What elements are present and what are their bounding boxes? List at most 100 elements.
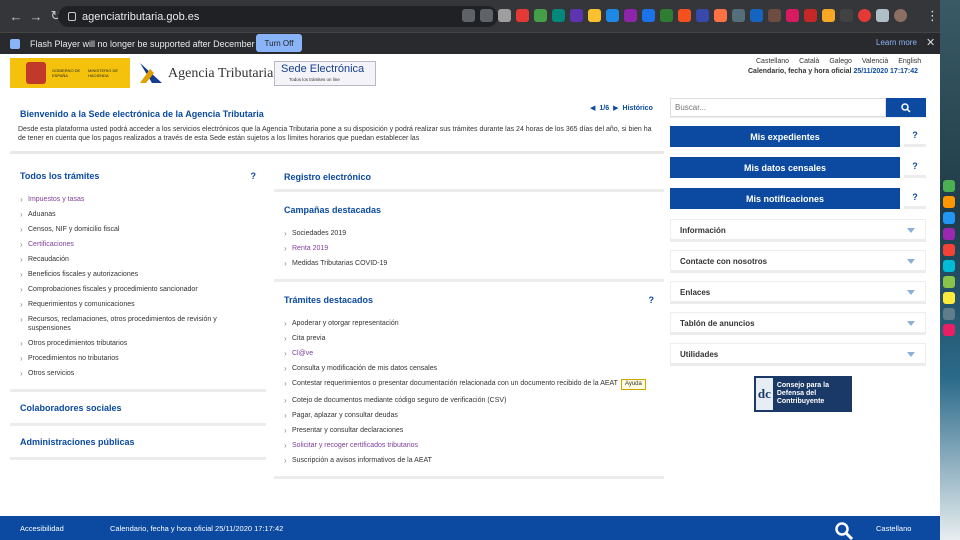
- help-icon[interactable]: ?: [649, 295, 655, 305]
- extension-icon[interactable]: [714, 9, 727, 22]
- extension-icon[interactable]: [642, 9, 655, 22]
- next-arrow-icon[interactable]: ▶: [613, 104, 618, 112]
- app-icon[interactable]: [943, 292, 955, 304]
- registro-link[interactable]: Registro electrónico: [274, 166, 664, 186]
- extension-icon[interactable]: [732, 9, 745, 22]
- list-item[interactable]: Suscripción a avisos informativos de la …: [284, 453, 654, 468]
- lang-english[interactable]: English: [898, 58, 921, 65]
- accordion-item[interactable]: Tablón de anuncios: [670, 312, 926, 335]
- consejo-banner[interactable]: dc Consejo para la Defensa del Contribuy…: [754, 376, 852, 412]
- help-icon[interactable]: ?: [904, 126, 926, 147]
- sede-electronica-logo[interactable]: Sede Electrónica Todos los trámites on l…: [274, 61, 376, 86]
- lang-catala[interactable]: Català: [799, 58, 819, 65]
- lang-galego[interactable]: Galego: [829, 58, 852, 65]
- list-item[interactable]: Solicitar y recoger certificados tributa…: [284, 438, 654, 453]
- list-item[interactable]: Requerimientos y comunicaciones: [20, 297, 256, 312]
- help-icon[interactable]: ?: [904, 157, 926, 178]
- extension-icon[interactable]: [624, 9, 637, 22]
- quick-access-button[interactable]: Mis notificaciones: [670, 188, 900, 209]
- list-item[interactable]: Otros procedimientos tributarios: [20, 336, 256, 351]
- extension-icon[interactable]: [822, 9, 835, 22]
- help-icon[interactable]: ?: [904, 188, 926, 209]
- list-item[interactable]: Contestar requerimientos o presentar doc…: [284, 376, 654, 393]
- app-icon[interactable]: [943, 180, 955, 192]
- star-icon[interactable]: [480, 9, 493, 22]
- footer-language[interactable]: Castellano: [876, 524, 911, 533]
- back-icon[interactable]: ←: [6, 9, 26, 24]
- app-icon[interactable]: [943, 228, 955, 240]
- list-item[interactable]: Certificaciones: [20, 237, 256, 252]
- list-item[interactable]: Recaudación: [20, 252, 256, 267]
- extension-icon[interactable]: [876, 9, 889, 22]
- extension-icon[interactable]: [858, 9, 871, 22]
- quick-access-button[interactable]: Mis expedientes: [670, 126, 900, 147]
- agency-title[interactable]: Agencia Tributaria: [168, 66, 273, 82]
- list-item[interactable]: Procedimientos no tributarios: [20, 351, 256, 366]
- list-item[interactable]: Aduanas: [20, 207, 256, 222]
- list-item[interactable]: Beneficios fiscales y autorizaciones: [20, 267, 256, 282]
- avatar[interactable]: [894, 9, 907, 22]
- extension-icon[interactable]: [552, 9, 565, 22]
- list-item[interactable]: Pagar, aplazar y consultar deudas: [284, 408, 654, 423]
- extension-icon[interactable]: [768, 9, 781, 22]
- app-icon[interactable]: [943, 212, 955, 224]
- list-item[interactable]: Presentar y consultar declaraciones: [284, 423, 654, 438]
- list-item[interactable]: Cl@ve: [284, 346, 654, 361]
- extension-icon[interactable]: [786, 9, 799, 22]
- list-item[interactable]: Consulta y modificación de mis datos cen…: [284, 361, 654, 376]
- list-item[interactable]: Medidas Tributarias COVID-19: [284, 256, 654, 271]
- extension-icon[interactable]: [534, 9, 547, 22]
- colaboradores-link[interactable]: Colaboradores sociales: [10, 392, 266, 426]
- extension-icon[interactable]: [498, 9, 511, 22]
- turn-off-button[interactable]: Turn Off: [256, 34, 302, 52]
- accordion-item[interactable]: Enlaces: [670, 281, 926, 304]
- list-item[interactable]: Cita previa: [284, 331, 654, 346]
- help-icon[interactable]: ?: [251, 171, 257, 181]
- app-icon[interactable]: [943, 260, 955, 272]
- quick-access-button[interactable]: Mis datos censales: [670, 157, 900, 178]
- extension-icon[interactable]: [516, 9, 529, 22]
- app-icon[interactable]: [943, 244, 955, 256]
- browser-menu-icon[interactable]: ⋮: [926, 8, 939, 24]
- extension-icon[interactable]: [570, 9, 583, 22]
- accordion-item[interactable]: Utilidades: [670, 343, 926, 366]
- extension-icon[interactable]: [660, 9, 673, 22]
- extension-icon[interactable]: [606, 9, 619, 22]
- forward-icon[interactable]: →: [26, 9, 46, 24]
- close-icon[interactable]: ✕: [926, 36, 935, 49]
- learn-more-link[interactable]: Learn more: [876, 38, 917, 47]
- list-item[interactable]: Censos, NIF y domicilio fiscal: [20, 222, 256, 237]
- list-item[interactable]: Impuestos y tasas: [20, 192, 256, 207]
- administraciones-link[interactable]: Administraciones públicas: [10, 426, 266, 460]
- extension-icon[interactable]: [678, 9, 691, 22]
- extension-icon[interactable]: [750, 9, 763, 22]
- historico-link[interactable]: Histórico: [623, 105, 653, 112]
- address-bar[interactable]: agenciatributaria.gob.es: [58, 6, 498, 27]
- search-input[interactable]: [670, 98, 886, 117]
- list-item[interactable]: Renta 2019: [284, 241, 654, 256]
- official-datetime[interactable]: Calendario, fecha y hora oficial 25/11/2…: [748, 68, 918, 75]
- lang-valencia[interactable]: Valencià: [862, 58, 888, 65]
- accordion-item[interactable]: Contacte con nosotros: [670, 250, 926, 273]
- list-item[interactable]: Cotejo de documentos mediante código seg…: [284, 393, 654, 408]
- extension-icon[interactable]: [840, 9, 853, 22]
- government-logo[interactable]: GOBIERNO DE ESPAÑA MINISTERIO DE HACIEND…: [10, 58, 130, 88]
- list-item[interactable]: Otros servicios: [20, 366, 256, 381]
- lang-castellano[interactable]: Castellano: [756, 58, 789, 65]
- app-icon[interactable]: [943, 196, 955, 208]
- search-icon[interactable]: [834, 521, 854, 540]
- todos-title[interactable]: Todos los trámites ?: [10, 166, 266, 186]
- search-button[interactable]: [886, 98, 926, 117]
- prev-arrow-icon[interactable]: ◀: [590, 104, 595, 112]
- footer-datetime[interactable]: Calendario, fecha y hora oficial 25/11/2…: [110, 524, 283, 533]
- accordion-item[interactable]: Información: [670, 219, 926, 242]
- extension-icon[interactable]: [804, 9, 817, 22]
- list-item[interactable]: Recursos, reclamaciones, otros procedimi…: [20, 312, 256, 336]
- translate-icon[interactable]: [462, 9, 475, 22]
- extension-icon[interactable]: [588, 9, 601, 22]
- list-item[interactable]: Sociedades 2019: [284, 226, 654, 241]
- list-item[interactable]: Apoderar y otorgar representación: [284, 316, 654, 331]
- extension-icon[interactable]: [696, 9, 709, 22]
- app-icon[interactable]: [943, 276, 955, 288]
- app-icon[interactable]: [943, 308, 955, 320]
